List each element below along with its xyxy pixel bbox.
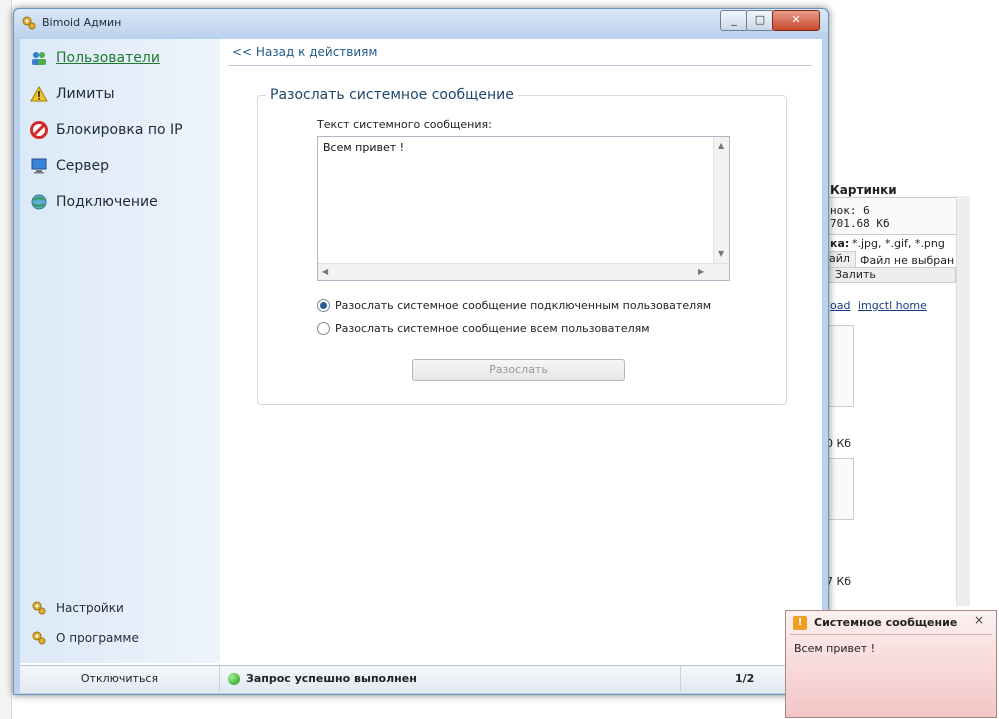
status-ok-icon	[228, 673, 240, 685]
disconnect-button[interactable]: Отключиться	[20, 666, 220, 692]
sidebar-item-label: Настройки	[56, 601, 124, 615]
sidebar-item-label: Пользователи	[56, 50, 160, 66]
radio-label: Разослать системное сообщение всем польз…	[335, 322, 650, 335]
maximize-button[interactable]: □	[746, 10, 774, 31]
sidebar-item-server[interactable]: Сервер	[30, 155, 109, 177]
sidebar-item-users[interactable]: Пользователи	[30, 47, 160, 69]
sidebar-item-settings[interactable]: Настройки	[30, 597, 124, 619]
scroll-right-icon[interactable]: ▶	[698, 267, 704, 276]
radio-checked-icon[interactable]	[317, 299, 330, 312]
minimize-button[interactable]: _	[720, 10, 748, 31]
sidebar-item-label: О программе	[56, 631, 139, 645]
sidebar-item-label: Подключение	[56, 194, 158, 210]
title-bar[interactable]: Bimoid Админ _ □ ✕	[14, 9, 828, 37]
sidebar-item-connection[interactable]: Подключение	[30, 191, 158, 213]
groupbox-title: Разослать системное сообщение	[266, 87, 518, 103]
bg-link[interactable]: oad	[830, 299, 850, 312]
scroll-left-icon[interactable]: ◀	[322, 267, 328, 276]
sidebar: Пользователи Лимиты Блокировка по IP Сер…	[20, 39, 220, 663]
warning-icon: !	[793, 616, 807, 630]
popup-close-button[interactable]: ×	[974, 613, 984, 627]
bg-thumb	[826, 458, 854, 520]
divider	[790, 634, 992, 635]
popup-title: Системное сообщение	[814, 616, 958, 629]
divider	[680, 666, 681, 692]
warning-icon	[30, 85, 48, 103]
bg-heading: Картинки	[830, 183, 897, 197]
bg-thumb	[826, 325, 854, 407]
window-title: Bimoid Админ	[42, 16, 122, 29]
status-text: Запрос успешно выполнен	[246, 672, 417, 685]
bg-types-value: *.jpg, *.gif, *.png	[852, 237, 945, 250]
bg-size: 7 Кб	[826, 575, 852, 588]
scroll-up-icon[interactable]: ▲	[718, 141, 724, 150]
about-icon	[30, 629, 48, 647]
popup-message: Всем привет !	[794, 642, 876, 655]
users-icon	[30, 49, 48, 67]
sidebar-item-limits[interactable]: Лимиты	[30, 83, 115, 105]
server-icon	[30, 157, 48, 175]
message-label: Текст системного сообщения:	[317, 118, 492, 131]
sidebar-item-label: Лимиты	[56, 86, 115, 102]
block-icon	[30, 121, 48, 139]
bg-line: нок: 6	[830, 204, 870, 217]
horizontal-scrollbar[interactable]: ◀ ▶	[318, 263, 729, 280]
back-to-actions-link[interactable]: << Назад к действиям	[232, 45, 377, 59]
bg-types-label: ка:	[830, 237, 850, 250]
message-text: Всем привет !	[323, 141, 405, 154]
send-button[interactable]: Разослать	[412, 359, 625, 381]
sidebar-item-about[interactable]: О программе	[30, 627, 139, 649]
scroll-down-icon[interactable]: ▼	[718, 249, 724, 258]
bg-left-panel	[0, 0, 12, 719]
bg-file-button[interactable]: айл	[826, 251, 856, 268]
radio-label: Разослать системное сообщение подключенн…	[335, 299, 712, 312]
vertical-scrollbar[interactable]: ▲ ▼	[713, 137, 729, 263]
status-bar: Отключиться Запрос успешно выполнен 1/2	[20, 665, 822, 693]
page-count: 1/2	[735, 672, 755, 685]
sidebar-item-ip-block[interactable]: Блокировка по IP	[30, 119, 183, 141]
window-client-area: Пользователи Лимиты Блокировка по IP Сер…	[20, 39, 822, 693]
app-window: Bimoid Админ _ □ ✕ Пользователи Лимиты Б…	[13, 8, 829, 695]
bg-size: 0 Кб	[826, 437, 852, 450]
settings-icon	[30, 599, 48, 617]
system-message-popup: ! Системное сообщение × Всем привет !	[785, 610, 997, 718]
divider	[228, 65, 812, 66]
message-textarea[interactable]: Всем привет ! ▲ ▼ ◀ ▶	[317, 136, 730, 281]
radio-unchecked-icon[interactable]	[317, 322, 330, 335]
app-gears-icon	[21, 15, 37, 31]
bg-scrollbar[interactable]	[956, 196, 970, 606]
bg-line: 701.68 Кб	[830, 217, 890, 230]
sidebar-item-label: Сервер	[56, 158, 110, 174]
bg-link[interactable]: imgctl home	[858, 299, 927, 312]
bg-upload-button[interactable]: Залить	[826, 267, 956, 283]
sidebar-item-label: Блокировка по IP	[56, 122, 183, 138]
radio-all-users[interactable]: Разослать системное сообщение всем польз…	[317, 322, 650, 335]
close-button[interactable]: ✕	[772, 10, 820, 31]
connection-icon	[30, 193, 48, 211]
bg-file-status: Файл не выбран	[860, 254, 955, 267]
radio-connected-users[interactable]: Разослать системное сообщение подключенн…	[317, 299, 711, 312]
